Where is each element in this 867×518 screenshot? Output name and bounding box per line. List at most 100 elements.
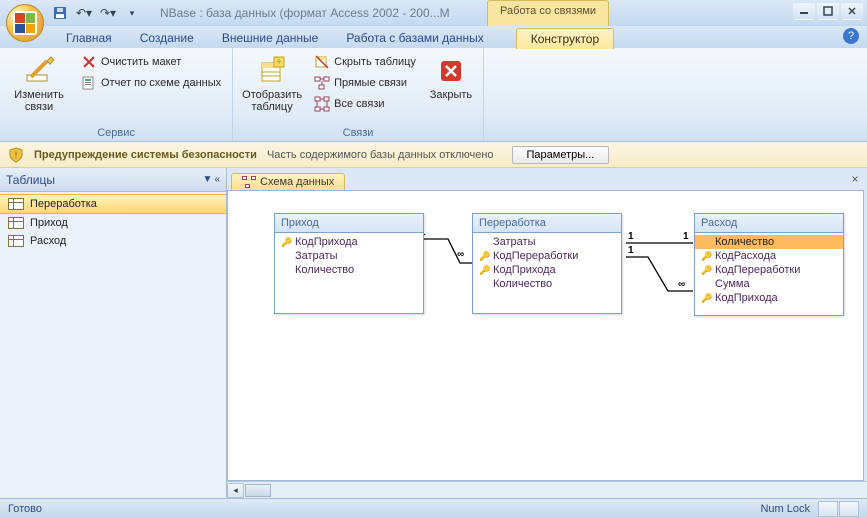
tab-designer[interactable]: Конструктор: [516, 28, 614, 49]
table-header: Переработка: [473, 214, 621, 233]
ribbon: Изменить связи Очистить макет Отчет по с…: [0, 48, 867, 142]
ribbon-group-label: Связи: [239, 126, 477, 141]
direct-relationships-icon: [314, 75, 330, 91]
field-name: КодРасхода: [715, 250, 776, 262]
field-name: Количество: [715, 236, 774, 248]
key-icon: 🔑: [701, 265, 711, 276]
table-field[interactable]: 🔑 КодПереработки: [473, 249, 621, 263]
office-button[interactable]: [6, 4, 44, 42]
field-name: Количество: [295, 264, 354, 276]
schema-report-button[interactable]: Отчет по схеме данных: [76, 73, 226, 93]
field-name: КодПереработки: [715, 264, 800, 276]
security-text: Часть содержимого базы данных отключено: [267, 149, 494, 161]
ribbon-group-relationships: + Отобразить таблицу Скрыть таблицу Прям…: [233, 48, 484, 141]
help-icon[interactable]: ?: [843, 28, 859, 44]
cardinality-one: 1: [683, 231, 689, 242]
table-field[interactable]: 🔑КодРасхода: [695, 249, 843, 263]
security-warning-bar: ! Предупреждение системы безопасности Ча…: [0, 142, 867, 168]
table-field[interactable]: 🔑 КодПереработки: [695, 263, 843, 277]
clear-layout-icon: [81, 54, 97, 70]
hide-table-button[interactable]: Скрыть таблицу: [309, 52, 421, 72]
all-relationships-button[interactable]: Все связи: [309, 94, 421, 114]
quick-access-toolbar: ↶▾ ↷▾ ▾: [50, 3, 142, 23]
undo-icon[interactable]: ↶▾: [74, 3, 94, 23]
status-ready: Готово: [8, 503, 42, 515]
hide-table-icon: [314, 54, 330, 70]
title-bar: ↶▾ ↷▾ ▾ NBase : база данных (формат Acce…: [0, 0, 867, 26]
table-icon: [8, 217, 24, 229]
nav-item-rashod[interactable]: Расход: [0, 232, 226, 250]
field-name: Сумма: [715, 278, 750, 290]
shield-icon: !: [8, 147, 24, 163]
nav-collapse-icon[interactable]: «: [214, 174, 220, 185]
nav-dropdown-icon[interactable]: ▼: [203, 174, 213, 185]
key-icon: 🔑: [701, 293, 711, 304]
field-name: КодПереработки: [493, 250, 578, 262]
tab-home[interactable]: Главная: [52, 28, 126, 48]
table-field[interactable]: Количество: [275, 263, 423, 277]
scroll-thumb[interactable]: [245, 484, 271, 497]
table-icon: [8, 198, 24, 210]
nav-item-pererabotka[interactable]: Переработка: [0, 194, 226, 214]
qat-customize-icon[interactable]: ▾: [122, 3, 142, 23]
direct-relationships-button[interactable]: Прямые связи: [309, 73, 421, 93]
edit-relationships-icon: [23, 55, 55, 87]
nav-pane-header[interactable]: Таблицы ▼ «: [0, 168, 226, 192]
redo-icon[interactable]: ↷▾: [98, 3, 118, 23]
maximize-button[interactable]: [817, 2, 839, 20]
show-table-icon: +: [256, 55, 288, 87]
document-tabs: Схема данных ×: [227, 168, 867, 190]
ribbon-tabs: Главная Создание Внешние данные Работа с…: [0, 26, 867, 48]
table-field[interactable]: Количество: [695, 235, 843, 249]
table-field[interactable]: Сумма: [695, 277, 843, 291]
horizontal-scrollbar[interactable]: ◂: [227, 481, 867, 498]
minimize-button[interactable]: [793, 2, 815, 20]
table-rashod[interactable]: Расход Количество🔑КодРасхода🔑КодПерерабо…: [694, 213, 844, 316]
key-icon: 🔑: [479, 251, 489, 262]
table-prihod[interactable]: Приход 🔑КодПриходаЗатратыКоличество: [274, 213, 424, 314]
show-table-button[interactable]: + Отобразить таблицу: [239, 52, 305, 116]
tab-create[interactable]: Создание: [126, 28, 208, 48]
tab-database-tools[interactable]: Работа с базами данных: [332, 28, 497, 48]
view-button-2[interactable]: [839, 501, 859, 517]
close-button-ribbon[interactable]: Закрыть: [425, 52, 477, 104]
security-options-button[interactable]: Параметры...: [512, 146, 610, 164]
table-field[interactable]: 🔑 КодПрихода: [473, 263, 621, 277]
view-button-1[interactable]: [818, 501, 838, 517]
svg-text:+: +: [276, 57, 282, 68]
doc-tab-schema[interactable]: Схема данных: [231, 173, 345, 190]
key-icon: 🔑: [479, 265, 489, 276]
table-header: Расход: [695, 214, 843, 233]
table-field[interactable]: Затраты: [275, 249, 423, 263]
nav-item-prihod[interactable]: Приход: [0, 214, 226, 232]
ribbon-group-label: Сервис: [6, 126, 226, 141]
cardinality-one: 1: [628, 245, 634, 256]
table-pererabotka[interactable]: Переработка Затраты 🔑 КодПереработки 🔑 КодПр…: [472, 213, 622, 314]
cardinality-one: 1: [628, 231, 634, 242]
report-icon: [81, 75, 97, 91]
edit-relationships-button[interactable]: Изменить связи: [6, 52, 72, 116]
status-bar: Готово Num Lock: [0, 498, 867, 518]
table-field[interactable]: 🔑 КодПрихода: [695, 291, 843, 305]
table-field[interactable]: Затраты: [473, 235, 621, 249]
relationships-canvas[interactable]: 1 ∞ 1 1 1 ∞ Приход 🔑КодПриходаЗатратыКол…: [227, 190, 864, 481]
table-field[interactable]: 🔑КодПрихода: [275, 235, 423, 249]
field-name: КодПрихода: [493, 264, 556, 276]
window-title: NBase : база данных (формат Access 2002 …: [160, 6, 450, 20]
cardinality-many: ∞: [457, 249, 464, 260]
status-numlock: Num Lock: [760, 503, 810, 515]
close-icon: [435, 55, 467, 87]
security-title: Предупреждение системы безопасности: [34, 149, 257, 161]
table-field[interactable]: Количество: [473, 277, 621, 291]
context-tab-label: Работа со связями: [487, 0, 609, 26]
doc-close-button[interactable]: ×: [847, 171, 863, 187]
key-icon: 🔑: [281, 237, 291, 248]
close-button[interactable]: [841, 2, 863, 20]
ribbon-group-service: Изменить связи Очистить макет Отчет по с…: [0, 48, 233, 141]
save-icon[interactable]: [50, 3, 70, 23]
tab-external-data[interactable]: Внешние данные: [208, 28, 333, 48]
scroll-left-button[interactable]: ◂: [227, 483, 244, 498]
clear-layout-button[interactable]: Очистить макет: [76, 52, 226, 72]
navigation-pane: Таблицы ▼ « Переработка Приход Расход: [0, 168, 227, 498]
field-name: КодПрихода: [715, 292, 778, 304]
